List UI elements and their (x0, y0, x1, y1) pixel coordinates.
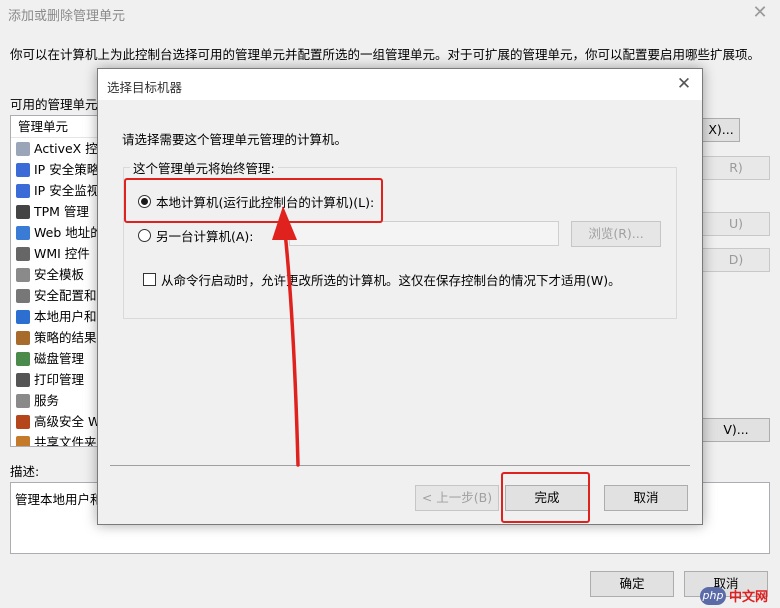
list-item-label: IP 安全策略 (34, 162, 100, 177)
disk-icon (16, 351, 30, 366)
ok-button[interactable]: 确定 (590, 571, 674, 597)
other-computer-input[interactable] (289, 221, 559, 246)
activex-icon (16, 141, 30, 156)
list-item-label: 安全模板 (34, 267, 85, 282)
close-icon[interactable]: ✕ (748, 2, 772, 24)
tpm-icon (16, 204, 30, 219)
advanced-button[interactable]: V)... (702, 418, 770, 442)
group-label: 这个管理单元将始终管理: (130, 158, 278, 177)
divider (110, 465, 690, 466)
list-item-label: 打印管理 (34, 372, 85, 387)
list-item-label: 服务 (34, 393, 60, 408)
highlight-box-local (124, 178, 383, 223)
watermark-text: 中文网 (729, 590, 769, 605)
available-snapins-label: 可用的管理单元( (10, 97, 103, 112)
template-icon (16, 267, 30, 282)
services-icon (16, 393, 30, 408)
other-computer-label[interactable]: 另一台计算机(A): (156, 226, 254, 245)
ip-monitor-icon (16, 183, 30, 198)
policy-icon (16, 330, 30, 345)
list-item-label: 磁盘管理 (34, 351, 85, 366)
list-item-label: TPM 管理 (34, 204, 89, 219)
watermark: php 中文网 (700, 586, 768, 605)
window-title: 添加或删除管理单元 (8, 9, 126, 24)
allow-change-label[interactable]: 从命令行启动时，允许更改所选的计算机。这仅在保存控制台的情况下才适用(W)。 (161, 270, 621, 289)
description-text: 管理本地用户和 (15, 492, 103, 507)
highlight-box-finish (501, 472, 590, 523)
security-config-icon (16, 288, 30, 303)
intro-text: 你可以在计算机上为此控制台选择可用的管理单元并配置所选的一组管理单元。对于可扩展… (10, 47, 761, 62)
users-icon (16, 309, 30, 324)
wmi-icon (16, 246, 30, 261)
select-target-dialog: 选择目标机器 ✕ 请选择需要这个管理单元管理的计算机。 这个管理单元将始终管理:… (97, 68, 703, 525)
firewall-icon (16, 414, 30, 429)
web-link-icon (16, 225, 30, 240)
description-label: 描述: (10, 464, 40, 479)
remove-button[interactable]: R) (702, 156, 770, 180)
edit-extensions-button[interactable]: X)... (702, 118, 740, 142)
dialog-titlebar: 选择目标机器 ✕ (98, 69, 702, 100)
dialog-prompt: 请选择需要这个管理单元管理的计算机。 (122, 132, 348, 147)
list-item-label: Web 地址的 (34, 225, 103, 240)
back-button[interactable]: < 上一步(B) (415, 485, 499, 511)
browse-button[interactable]: 浏览(R)... (571, 221, 661, 247)
other-computer-radio-row[interactable]: 另一台计算机(A): (138, 226, 254, 245)
move-up-button[interactable]: U) (702, 212, 770, 236)
list-item-label: 高级安全 W (34, 414, 101, 429)
other-computer-radio[interactable] (138, 229, 151, 242)
dialog-cancel-button[interactable]: 取消 (604, 485, 688, 511)
php-logo: php (700, 586, 726, 605)
list-item-label: 共享文件夹 (34, 435, 97, 447)
allow-change-checkbox[interactable] (143, 273, 156, 286)
close-icon[interactable]: ✕ (672, 73, 696, 95)
dialog-title: 选择目标机器 (107, 80, 183, 95)
allow-change-checkbox-row[interactable]: 从命令行启动时，允许更改所选的计算机。这仅在保存控制台的情况下才适用(W)。 (143, 270, 621, 289)
ip-policy-icon (16, 162, 30, 177)
list-item-label: WMI 控件 (34, 246, 90, 261)
list-item-label: IP 安全监视 (34, 183, 100, 198)
printer-icon (16, 372, 30, 387)
share-folder-icon (16, 435, 30, 446)
move-down-button[interactable]: D) (702, 248, 770, 272)
